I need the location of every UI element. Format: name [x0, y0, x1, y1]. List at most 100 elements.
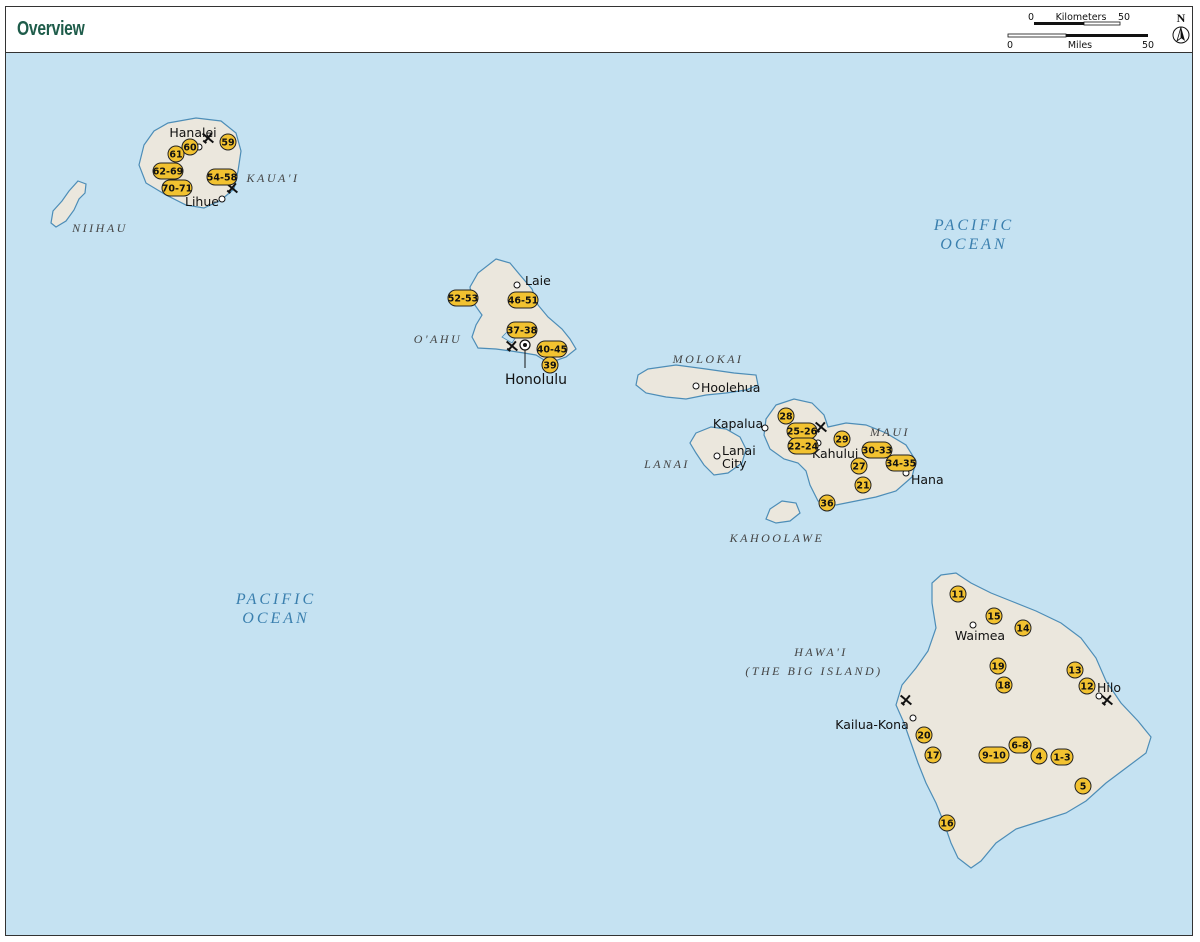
- ocean-label-line2: OCEAN: [940, 236, 1007, 253]
- route-marker: 62-69: [152, 162, 184, 180]
- route-marker: 22-24: [787, 437, 819, 455]
- route-marker: 34-35: [885, 454, 917, 472]
- map-frame: Overview 0 Kilometers 50 0 Miles 50 N PA…: [5, 6, 1193, 936]
- route-marker-label: 39: [543, 361, 556, 372]
- town-icon: [513, 281, 521, 289]
- map-canvas[interactable]: PACIFIC OCEAN PACIFIC OCEAN NIIHAU KAUA'…: [6, 53, 1192, 935]
- route-marker-label: 46-51: [508, 296, 538, 307]
- route-marker-label: 20: [917, 731, 931, 742]
- route-marker-label: 16: [940, 819, 954, 830]
- town-label-hoolehua: Hoolehua: [701, 380, 760, 395]
- route-marker: 13: [1066, 661, 1084, 679]
- town-label-lanai-city: City: [722, 456, 747, 471]
- route-marker: 52-53: [447, 289, 479, 307]
- route-marker: 21: [854, 476, 872, 494]
- north-label: N: [1177, 11, 1186, 25]
- route-marker-label: 62-69: [153, 167, 183, 178]
- route-marker: 17: [924, 746, 942, 764]
- route-marker-label: 13: [1068, 666, 1081, 677]
- route-marker: 29: [833, 430, 851, 448]
- route-marker-label: 59: [221, 138, 234, 149]
- route-marker: 1-3: [1050, 748, 1074, 766]
- route-marker-label: 70-71: [162, 184, 192, 195]
- town-label-kapalua: Kapalua: [713, 416, 763, 431]
- route-marker: 9-10: [978, 746, 1010, 764]
- town-label-kahului: Kahului: [812, 446, 858, 461]
- route-marker-label: 61: [169, 150, 182, 161]
- route-marker: 61: [167, 145, 185, 163]
- route-marker-label: 14: [1016, 624, 1030, 635]
- route-marker-label: 19: [991, 662, 1004, 673]
- town-label-laie: Laie: [525, 273, 551, 288]
- route-marker: 16: [938, 814, 956, 832]
- town-icon: [692, 382, 700, 390]
- route-marker-label: 28: [779, 412, 793, 423]
- town-label-lihue: Lihue: [185, 194, 219, 209]
- route-marker-label: 52-53: [448, 294, 478, 305]
- town-label-honolulu: Honolulu: [505, 372, 567, 388]
- route-marker-label: 29: [835, 435, 848, 446]
- scale-bar: 0 Kilometers 50 0 Miles 50 N: [1007, 11, 1190, 51]
- route-marker: 20: [915, 726, 933, 744]
- route-marker-label: 22-24: [788, 442, 819, 453]
- route-marker: 28: [777, 407, 795, 425]
- ocean-label-line2: OCEAN: [242, 610, 309, 627]
- route-marker: 11: [949, 585, 967, 603]
- mi-bar-light: [1007, 33, 1067, 38]
- island-label-kauai: KAUA'I: [246, 171, 300, 185]
- route-marker-label: 54-58: [207, 173, 238, 184]
- km-zero: 0: [1028, 12, 1034, 23]
- map-title: Overview: [17, 18, 85, 40]
- route-marker-label: 36: [820, 499, 834, 510]
- route-marker-label: 60: [183, 143, 197, 154]
- km-label: Kilometers: [1056, 12, 1107, 23]
- route-marker: 39: [541, 356, 559, 374]
- mi-max: 50: [1142, 40, 1154, 51]
- route-marker: 40-45: [536, 340, 568, 358]
- town-icon: [218, 195, 226, 203]
- island-label-hawaii: HAWA'I: [793, 645, 848, 659]
- route-marker: 4: [1030, 747, 1048, 765]
- route-marker-label: 15: [987, 612, 1000, 623]
- north-arrow-icon: N: [1172, 11, 1190, 44]
- route-marker: 54-58: [206, 168, 238, 186]
- route-marker-label: 9-10: [982, 751, 1006, 762]
- route-marker: 25-26: [786, 422, 818, 440]
- route-marker: 30-33: [861, 441, 893, 459]
- map-header: Overview 0 Kilometers 50 0 Miles 50 N: [6, 7, 1192, 53]
- route-marker-label: 11: [951, 590, 964, 601]
- route-marker-label: 18: [997, 681, 1011, 692]
- town-label-hilo: Hilo: [1097, 680, 1121, 695]
- island-label-big-island: (THE BIG ISLAND): [745, 664, 882, 678]
- ocean-label-line1: PACIFIC: [235, 591, 316, 608]
- route-marker-label: 34-35: [886, 459, 916, 470]
- route-marker-label: 40-45: [537, 345, 567, 356]
- route-marker-label: 17: [926, 751, 939, 762]
- route-marker-label: 4: [1036, 752, 1043, 763]
- route-marker: 12: [1078, 677, 1096, 695]
- route-marker: 15: [985, 607, 1003, 625]
- route-marker-label: 1-3: [1053, 753, 1070, 764]
- island-label-molokai: MOLOKAI: [672, 352, 744, 366]
- mi-bar-dark: [1066, 34, 1148, 37]
- mi-label: Miles: [1068, 40, 1092, 51]
- route-marker: 19: [989, 657, 1007, 675]
- route-marker: 18: [995, 676, 1013, 694]
- route-marker-label: 5: [1080, 782, 1087, 793]
- route-marker: 37-38: [506, 321, 538, 339]
- km-bar-light: [1083, 21, 1121, 26]
- mi-zero: 0: [1007, 40, 1013, 51]
- town-label-hanalei: Hanalei: [169, 125, 216, 140]
- km-bar-dark: [1034, 22, 1084, 25]
- route-marker: 59: [219, 133, 237, 151]
- route-marker: 14: [1014, 619, 1032, 637]
- town-label-hana: Hana: [911, 472, 944, 487]
- island-label-maui: MAUI: [869, 425, 910, 439]
- route-marker: 5: [1074, 777, 1092, 795]
- route-marker: 27: [850, 457, 868, 475]
- route-marker: 60: [181, 138, 199, 156]
- ocean-label-line1: PACIFIC: [933, 217, 1014, 234]
- route-marker: 6-8: [1008, 736, 1032, 754]
- island-label-lanai: LANAI: [643, 457, 690, 471]
- route-marker: 36: [818, 494, 836, 512]
